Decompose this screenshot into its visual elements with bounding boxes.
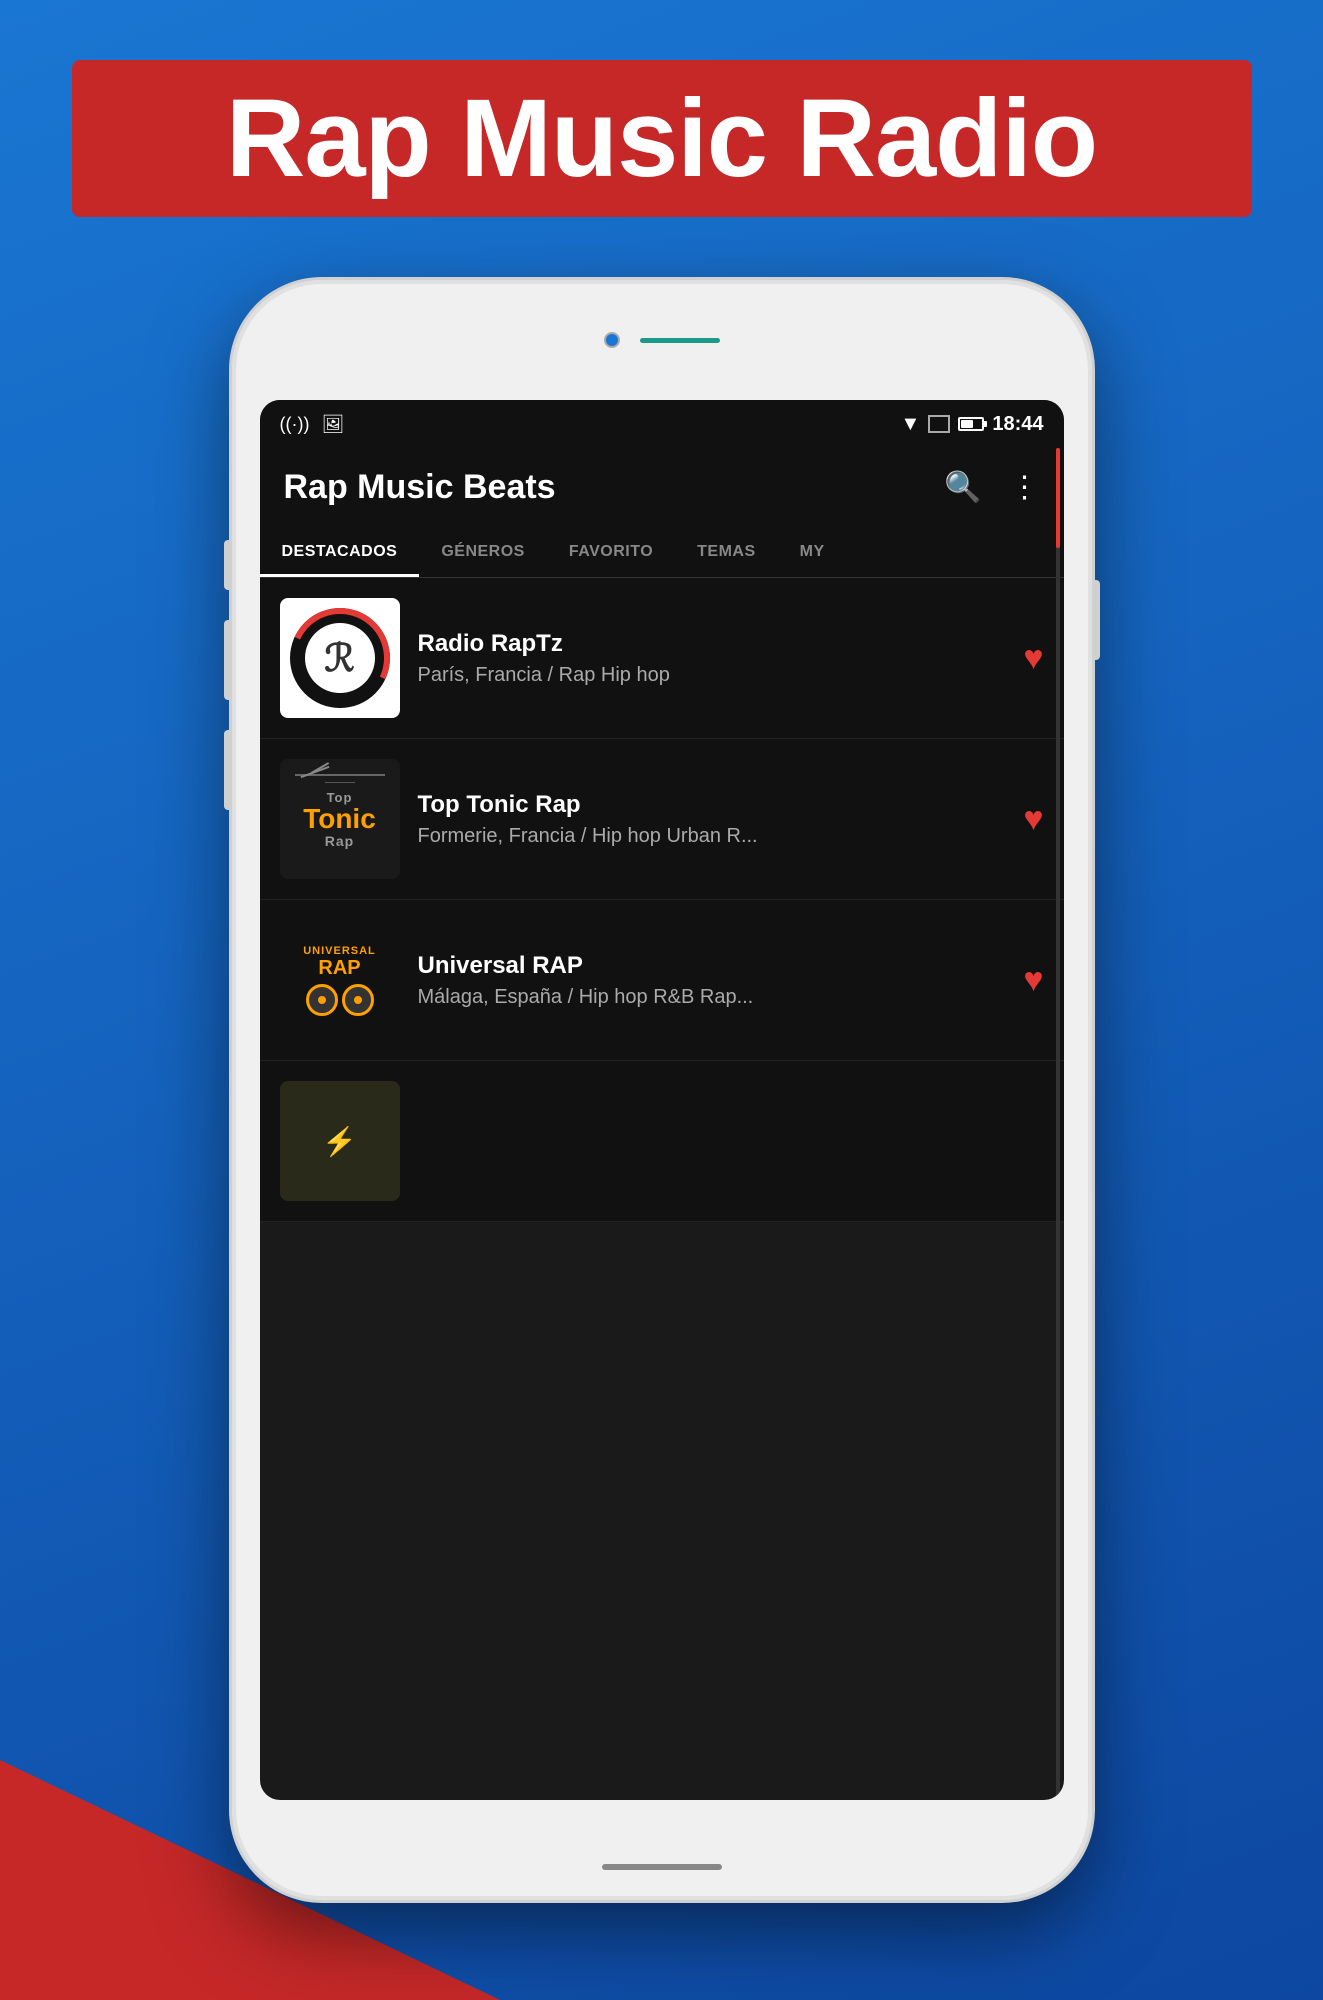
radio-name-toptonic: Top Tonic Rap — [418, 791, 1006, 819]
app-title: Rap Music Beats — [284, 468, 556, 507]
vinyl-discs — [306, 984, 374, 1016]
phone-wrapper: ((·)) 🖼 ▼ 18:44 — [232, 280, 1092, 1900]
radio-subtitle-universal: Málaga, España / Hip hop R&B Rap... — [418, 986, 1006, 1009]
status-bar: ((·)) 🖼 ▼ 18:44 — [260, 400, 1064, 448]
status-time: 18:44 — [992, 413, 1043, 436]
radio-item-universal[interactable]: UNIVERSAL RAP Universal RAP Málaga, Espa… — [260, 900, 1064, 1061]
radio-info-raptz: Radio RapTz París, Francia / Rap Hip hop — [418, 630, 1006, 687]
radio-info-fourth — [418, 1138, 1044, 1144]
tabs-bar: DESTACADOS GÉNEROS FAVORITO TEMAS MY — [260, 527, 1064, 578]
radio-subtitle-raptz: París, Francia / Rap Hip hop — [418, 664, 1006, 687]
header-banner: Rap Music Radio — [72, 60, 1252, 217]
phone-screen: ((·)) 🖼 ▼ 18:44 — [260, 400, 1064, 1800]
signal-icon — [928, 415, 950, 433]
app-header-icons: 🔍 ⋮ — [944, 470, 1039, 505]
radio-subtitle-toptonic: Formerie, Francia / Hip hop Urban R... — [418, 825, 1006, 848]
favorite-universal[interactable]: ♥ — [1023, 961, 1043, 1000]
app-header: Rap Music Beats 🔍 ⋮ — [260, 448, 1064, 527]
status-right: ▼ 18:44 — [901, 413, 1044, 436]
radio-name-universal: Universal RAP — [418, 952, 1006, 980]
earpiece-area — [604, 332, 720, 348]
camera-dot — [604, 332, 620, 348]
favorite-raptz[interactable]: ♥ — [1023, 639, 1043, 678]
header-title: Rap Music Radio — [112, 78, 1212, 199]
mute-button — [224, 540, 232, 590]
scrollbar[interactable] — [1056, 448, 1060, 1800]
tab-my[interactable]: MY — [778, 527, 847, 577]
image-status-icon: 🖼 — [321, 414, 344, 435]
tab-favorito[interactable]: FAVORITO — [547, 527, 675, 577]
more-icon[interactable]: ⋮ — [1010, 470, 1040, 505]
radio-info-toptonic: Top Tonic Rap Formerie, Francia / Hip ho… — [418, 791, 1006, 848]
tab-destacados[interactable]: DESTACADOS — [260, 527, 420, 577]
radio-logo-raptz: ℛ — [280, 598, 400, 718]
radio-name-raptz: Radio RapTz — [418, 630, 1006, 658]
radio-logo-universal: UNIVERSAL RAP — [280, 920, 400, 1040]
favorite-toptonic[interactable]: ♥ — [1023, 800, 1043, 839]
volume-up-button — [224, 620, 232, 700]
radio-item-fourth[interactable]: ⚡ — [260, 1061, 1064, 1222]
vinyl-1 — [306, 984, 338, 1016]
radio-list: ℛ Radio RapTz París, Francia / Rap Hip h… — [260, 578, 1064, 1222]
radio-logo-fourth: ⚡ — [280, 1081, 400, 1201]
battery-icon — [958, 417, 984, 431]
radio-info-universal: Universal RAP Málaga, España / Hip hop R… — [418, 952, 1006, 1009]
wifi-icon: ▼ — [901, 413, 921, 436]
volume-down-button — [224, 730, 232, 810]
tab-temas[interactable]: TEMAS — [675, 527, 778, 577]
power-button — [1092, 580, 1100, 660]
scrollbar-thumb — [1056, 448, 1060, 548]
phone-shell: ((·)) 🖼 ▼ 18:44 — [232, 280, 1092, 1900]
tab-generos[interactable]: GÉNEROS — [419, 527, 547, 577]
radio-logo-toptonic: Top Tonic Rap — [280, 759, 400, 879]
radio-item-toptonic[interactable]: Top Tonic Rap Top Tonic Rap Formerie, Fr… — [260, 739, 1064, 900]
vinyl-2 — [342, 984, 374, 1016]
search-icon[interactable]: 🔍 — [944, 470, 981, 505]
status-left: ((·)) 🖼 — [280, 414, 345, 435]
earpiece-speaker — [640, 338, 720, 343]
home-indicator[interactable] — [602, 1864, 722, 1870]
radio-status-icon: ((·)) — [280, 414, 310, 435]
radio-item-raptz[interactable]: ℛ Radio RapTz París, Francia / Rap Hip h… — [260, 578, 1064, 739]
